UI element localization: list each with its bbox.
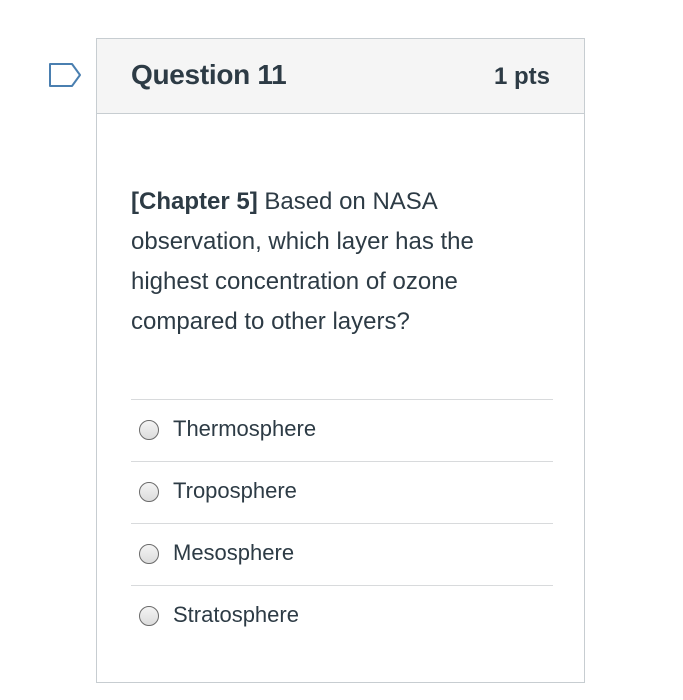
radio-button[interactable] (139, 544, 159, 564)
flag-outline-icon (49, 63, 81, 87)
radio-button[interactable] (139, 606, 159, 626)
question-title: Question 11 (131, 59, 287, 90)
question-text: [Chapter 5] Based on NASA observation, w… (131, 182, 531, 342)
answer-label: Stratosphere (173, 602, 299, 627)
answer-option-troposphere[interactable]: Troposphere (131, 461, 553, 523)
answer-list: Thermosphere Troposphere Mesosphere Stra… (131, 399, 553, 647)
answer-option-thermosphere[interactable]: Thermosphere (131, 399, 553, 461)
flag-question-icon[interactable] (48, 62, 82, 88)
radio-button[interactable] (139, 482, 159, 502)
question-header: Question 11 1 pts (97, 39, 584, 114)
answer-option-stratosphere[interactable]: Stratosphere (131, 585, 553, 647)
chapter-tag: [Chapter 5] (131, 188, 258, 215)
answer-label: Mesosphere (173, 540, 295, 565)
radio-button[interactable] (139, 420, 159, 440)
question-card: Question 11 1 pts [Chapter 5] Based on N… (96, 38, 585, 683)
answer-label: Troposphere (173, 478, 297, 503)
answer-option-mesosphere[interactable]: Mesosphere (131, 523, 553, 585)
question-points: 1 pts (493, 63, 550, 90)
answer-label: Thermosphere (173, 416, 317, 441)
